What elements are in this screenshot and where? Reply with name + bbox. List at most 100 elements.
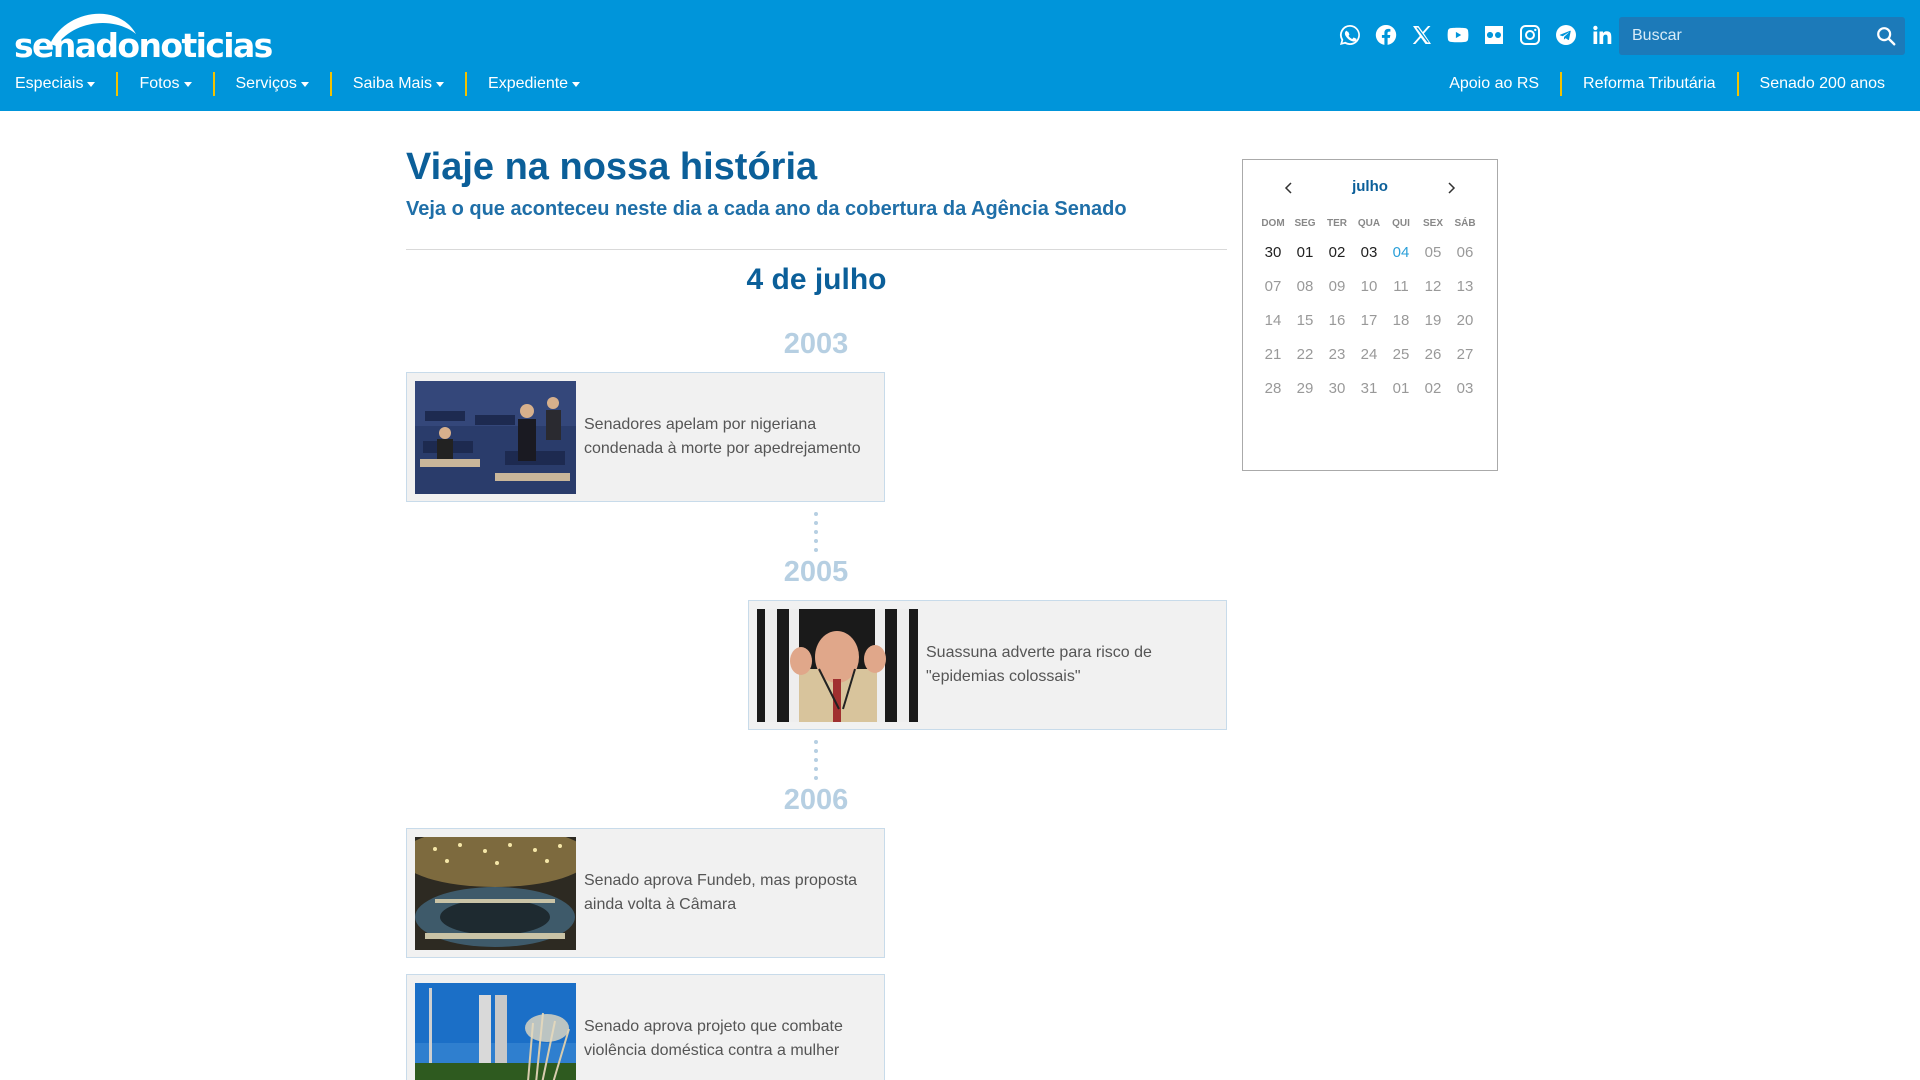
nav-label: Saiba Mais [352,75,433,92]
chevron-down-icon [183,81,192,87]
calendar-day[interactable]: 15 [1289,304,1321,338]
main-nav: Especiais Fotos Serviços Saiba Mais Expe… [15,72,601,96]
youtube-icon[interactable] [1444,21,1472,49]
page-subtitle: Veja o que aconteceu neste dia a cada an… [406,198,1127,220]
news-headline: Senadores apelam por nigeriana condenada… [584,416,861,457]
calendar-day[interactable]: 01 [1385,372,1417,406]
news-headline: Senado aprova projeto que combate violên… [584,1018,843,1059]
calendar-day[interactable]: 17 [1353,304,1385,338]
news-thumbnail [415,982,576,1080]
date-heading: 4 de julho [746,263,887,296]
social-links [1336,21,1616,49]
calendar-day[interactable]: 23 [1321,338,1353,372]
nav-label: Serviços [235,75,297,92]
calendar-grid: DOM SEG TER QUA QUI SEX SÁB 30 01 02 03 … [1257,218,1485,406]
calendar-day[interactable]: 03 [1449,372,1481,406]
nav-servicos[interactable]: Serviços [212,72,330,96]
page-title: Viaje na nossa história [406,146,818,188]
news-headline: Suassuna adverte para risco de "epidemia… [926,644,1152,685]
news-thumbnail [757,608,918,722]
news-thumbnail [415,836,576,950]
calendar-day[interactable]: 07 [1257,270,1289,304]
calendar-day[interactable]: 18 [1385,304,1417,338]
calendar-day[interactable]: 16 [1321,304,1353,338]
news-headline: Senado aprova Fundeb, mas proposta ainda… [584,872,858,913]
calendar-day[interactable]: 02 [1417,372,1449,406]
calendar-day[interactable]: 02 [1321,236,1353,270]
nav-label: Fotos [139,75,180,92]
flickr-icon[interactable] [1480,21,1508,49]
facebook-icon[interactable] [1372,21,1400,49]
calendar-day[interactable]: 09 [1321,270,1353,304]
timeline-year: 2003 [783,328,849,360]
calendar-day[interactable]: 19 [1417,304,1449,338]
nav-label: Expediente [488,75,569,92]
whatsapp-icon[interactable] [1336,21,1364,49]
divider [406,249,1227,250]
instagram-icon[interactable] [1516,21,1544,49]
nav-saiba-mais[interactable]: Saiba Mais [329,72,465,96]
calendar-day[interactable]: 06 [1449,236,1481,270]
nav-label: Especiais [15,75,84,92]
calendar-day[interactable]: 30 [1257,236,1289,270]
calendar-day[interactable]: 27 [1449,338,1481,372]
nav-senado-200-anos[interactable]: Senado 200 anos [1736,72,1885,96]
chevron-down-icon [87,81,96,87]
search-box [1619,17,1905,55]
chevron-down-icon [436,81,445,87]
nav-expediente[interactable]: Expediente [465,72,601,96]
secondary-nav: Apoio ao RS Reforma Tributária Senado 20… [1428,72,1885,96]
chevron-down-icon [572,81,581,87]
calendar-day[interactable]: 29 [1289,372,1321,406]
calendar-day[interactable]: 05 [1417,236,1449,270]
weekday-label: QUA [1357,218,1381,229]
calendar-day[interactable]: 28 [1257,372,1289,406]
calendar-day[interactable]: 01 [1289,236,1321,270]
news-card[interactable]: Senado aprova projeto que combate violên… [406,974,885,1080]
timeline-connector [814,740,818,780]
weekday-label: SEX [1422,218,1443,229]
calendar-day[interactable]: 03 [1353,236,1385,270]
nav-especiais[interactable]: Especiais [15,72,116,96]
weekday-label: DOM [1261,218,1285,229]
nav-apoio-rs[interactable]: Apoio ao RS [1428,72,1560,96]
calendar-day[interactable]: 30 [1321,372,1353,406]
calendar-day[interactable]: 10 [1353,270,1385,304]
calendar-day[interactable]: 25 [1385,338,1417,372]
calendar-day[interactable]: 22 [1289,338,1321,372]
weekday-label: SEG [1294,218,1316,229]
calendar-day[interactable]: 08 [1289,270,1321,304]
timeline-year: 2005 [783,556,849,588]
timeline-year: 2006 [783,784,849,816]
chevron-down-icon [300,81,309,87]
calendar-day[interactable]: 14 [1257,304,1289,338]
news-card[interactable]: Suassuna adverte para risco de "epidemia… [748,600,1227,730]
chevron-right-icon[interactable] [1443,180,1459,196]
weekday-label: QUI [1392,218,1410,229]
calendar-day[interactable]: 11 [1385,270,1417,304]
nav-reforma-tributaria[interactable]: Reforma Tributária [1560,72,1737,96]
top-bar: senadonoticias Especiais [0,0,1920,111]
news-card[interactable]: Senadores apelam por nigeriana condenada… [406,372,885,502]
calendar-day[interactable]: 20 [1449,304,1481,338]
calendar-day-selected[interactable]: 04 [1385,236,1417,270]
weekday-label: SÁB [1454,218,1476,229]
nav-fotos[interactable]: Fotos [116,72,212,96]
search-icon[interactable] [1875,25,1897,47]
news-card[interactable]: Senado aprova Fundeb, mas proposta ainda… [406,828,885,958]
calendar-header: julho [1243,176,1497,200]
calendar-day[interactable]: 13 [1449,270,1481,304]
weekday-label: TER [1327,218,1347,229]
logo-text: senadonoticias [14,26,273,65]
calendar-day[interactable]: 12 [1417,270,1449,304]
telegram-icon[interactable] [1552,21,1580,49]
timeline-connector [814,512,818,552]
calendar: julho DOM SEG TER QUA QUI SEX SÁB 30 01 … [1242,159,1498,471]
x-icon[interactable] [1408,21,1436,49]
calendar-day[interactable]: 24 [1353,338,1385,372]
calendar-day[interactable]: 31 [1353,372,1385,406]
linkedin-icon[interactable] [1588,21,1616,49]
calendar-day[interactable]: 21 [1257,338,1289,372]
search-input[interactable] [1619,17,1859,55]
calendar-day[interactable]: 26 [1417,338,1449,372]
